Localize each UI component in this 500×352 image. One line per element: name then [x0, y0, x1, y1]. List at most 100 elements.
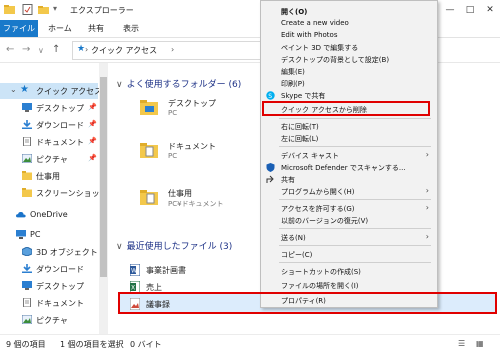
tab-view[interactable]: 表示 [123, 20, 139, 37]
sidebar-item-quick-access[interactable]: ⌄ ★ クイック アクセス [0, 83, 102, 99]
folder-name: デスクトップ [168, 99, 216, 108]
maximize-button[interactable]: □ [460, 0, 480, 20]
menu-item-share[interactable]: 共有 [261, 174, 437, 185]
menu-separator [279, 199, 431, 200]
menu-item-open-file-location[interactable]: ファイルの場所を開く(I) [261, 280, 437, 291]
tab-file[interactable]: ファイル [0, 20, 38, 37]
collapse-chevron-icon[interactable]: ∨ [116, 242, 123, 252]
recent-locations-icon[interactable]: ∨ [38, 46, 44, 55]
document-icon [23, 298, 31, 307]
back-arrow-icon[interactable]: ← [6, 44, 14, 55]
pin-icon: 📌 [88, 137, 97, 145]
picture-icon [22, 154, 32, 163]
address-bar[interactable]: ★ › クイック アクセス › [72, 41, 264, 60]
menu-item-create-video[interactable]: Create a new video [261, 18, 437, 29]
forward-arrow-icon[interactable]: → [22, 44, 30, 55]
menu-item-open-with[interactable]: プログラムから開く(H) › [261, 186, 437, 197]
word-document-icon: W [130, 264, 140, 276]
sidebar-scrollbar[interactable] [99, 63, 108, 334]
star-icon: ★ [77, 44, 86, 54]
quick-access-toolbar-dropdown-icon[interactable]: ▾ [53, 4, 57, 13]
menu-item-restore-previous-versions[interactable]: 以前のバージョンの復元(V) [261, 215, 437, 226]
file-name: 事業計画書 [146, 266, 186, 275]
folder-app-icon [4, 5, 15, 14]
status-bar: 9 個の項目 1 個の項目を選択 0 バイト ☰ ▦ [0, 334, 500, 352]
sidebar-item-screenshots[interactable]: スクリーンショット [0, 185, 108, 201]
menu-item-edit-paint3d[interactable]: ペイント 3D で編集する [261, 42, 437, 53]
desktop-icon [22, 103, 32, 112]
menu-item-open[interactable]: 開く(O) [261, 6, 437, 17]
sidebar-item-pictures[interactable]: ピクチャ 📌 [0, 151, 98, 167]
sidebar-item-pc-desktop[interactable]: デスクトップ [0, 278, 98, 294]
properties-icon[interactable] [22, 4, 33, 15]
sidebar-item-label: 3D オブジェクト [36, 248, 98, 257]
menu-item-set-desktop-background[interactable]: デスクトップの背景として設定(B) [261, 54, 437, 65]
sidebar-item-pc-downloads[interactable]: ダウンロード [0, 261, 98, 277]
close-button[interactable]: ✕ [480, 0, 500, 20]
skype-icon: S [266, 91, 275, 100]
sidebar-item-onedrive[interactable]: OneDrive [0, 207, 98, 223]
sidebar-item-documents[interactable]: ドキュメント 📌 [0, 134, 98, 150]
menu-item-rotate-right[interactable]: 右に回転(T) [261, 121, 437, 132]
shield-icon [266, 163, 275, 172]
menu-item-give-access[interactable]: アクセスを許可する(G) › [261, 203, 437, 214]
sidebar-item-work[interactable]: 仕事用 [0, 168, 98, 184]
up-arrow-icon[interactable]: ↑ [52, 44, 60, 55]
menu-item-share-skype[interactable]: S Skype で共有 [261, 90, 437, 101]
menu-item-create-shortcut[interactable]: ショートカットの作成(S) [261, 266, 437, 277]
picture-icon [22, 315, 32, 324]
highlight-selected-file [118, 292, 497, 314]
item-count: 9 個の項目 [6, 340, 46, 349]
menu-item-edit-with-photos[interactable]: Edit with Photos [261, 30, 437, 41]
cube-icon [22, 247, 32, 256]
menu-item-print[interactable]: 印刷(P) [261, 78, 437, 89]
menu-separator [279, 262, 431, 263]
folder-tile-documents[interactable]: ドキュメント PC [140, 141, 260, 167]
sidebar-item-3d-objects[interactable]: 3D オブジェクト [0, 244, 98, 260]
large-icons-view-icon[interactable]: ▦ [476, 339, 484, 348]
menu-item-rotate-left[interactable]: 左に回転(L) [261, 133, 437, 144]
breadcrumb-chevron-icon[interactable]: › [171, 45, 174, 54]
sidebar-item-downloads[interactable]: ダウンロード 📌 [0, 117, 98, 133]
menu-item-defender-scan[interactable]: Microsoft Defender でスキャンする... [261, 162, 437, 173]
window-title: エクスプローラー [70, 6, 134, 15]
expand-chevron-icon[interactable]: ⌄ [10, 85, 17, 94]
sidebar-item-label: ドキュメント [36, 299, 84, 308]
pin-icon: 📌 [88, 154, 97, 162]
menu-item-copy[interactable]: コピー(C) [261, 249, 437, 260]
desktop-icon [22, 281, 32, 290]
breadcrumb-quick-access[interactable]: クイック アクセス [91, 45, 157, 56]
context-menu: 開く(O) Create a new video Edit with Photo… [260, 0, 438, 308]
sidebar-item-label: ダウンロード [36, 265, 84, 274]
collapse-chevron-icon[interactable]: ∨ [116, 80, 123, 90]
menu-separator [279, 245, 431, 246]
menu-separator [279, 146, 431, 147]
highlight-remove-from-quick-access [262, 101, 430, 116]
menu-item-cast-to-device[interactable]: デバイス キャスト › [261, 150, 437, 161]
tab-share[interactable]: 共有 [88, 20, 104, 37]
details-view-icon[interactable]: ☰ [458, 339, 465, 348]
menu-item-edit[interactable]: 編集(E) [261, 66, 437, 77]
sidebar-item-label: デスクトップ [36, 104, 84, 113]
folder-icon [140, 190, 158, 205]
sidebar-item-pc-pictures[interactable]: ピクチャ [0, 312, 98, 328]
menu-item-send-to[interactable]: 送る(N) › [261, 232, 437, 243]
sidebar-item-pc[interactable]: PC [0, 227, 98, 243]
sidebar-item-pc-documents[interactable]: ドキュメント [0, 295, 98, 311]
tab-home[interactable]: ホーム [48, 20, 72, 37]
recent-files-header[interactable]: ∨ 最近使用したファイル (3) [116, 239, 232, 252]
sidebar-item-desktop[interactable]: デスクトップ 📌 [0, 100, 98, 116]
minimize-button[interactable]: — [440, 0, 460, 20]
folder-tile-work[interactable]: 仕事用 PC¥ドキュメント [140, 188, 270, 214]
recent-file-business-plan[interactable]: W 事業計画書 [130, 262, 270, 278]
frequent-folders-header[interactable]: ∨ よく使用するフォルダー (6) [116, 77, 241, 90]
pin-icon: 📌 [88, 120, 97, 128]
new-folder-icon[interactable] [38, 4, 49, 15]
folder-tile-desktop[interactable]: デスクトップ PC [140, 98, 260, 124]
download-icon [22, 120, 32, 129]
sidebar-item-label: デスクトップ [36, 282, 84, 291]
scrollbar-thumb[interactable] [100, 77, 107, 277]
sidebar-item-label: スクリーンショット [36, 189, 108, 198]
download-icon [22, 264, 32, 273]
submenu-arrow-icon: › [425, 150, 429, 159]
